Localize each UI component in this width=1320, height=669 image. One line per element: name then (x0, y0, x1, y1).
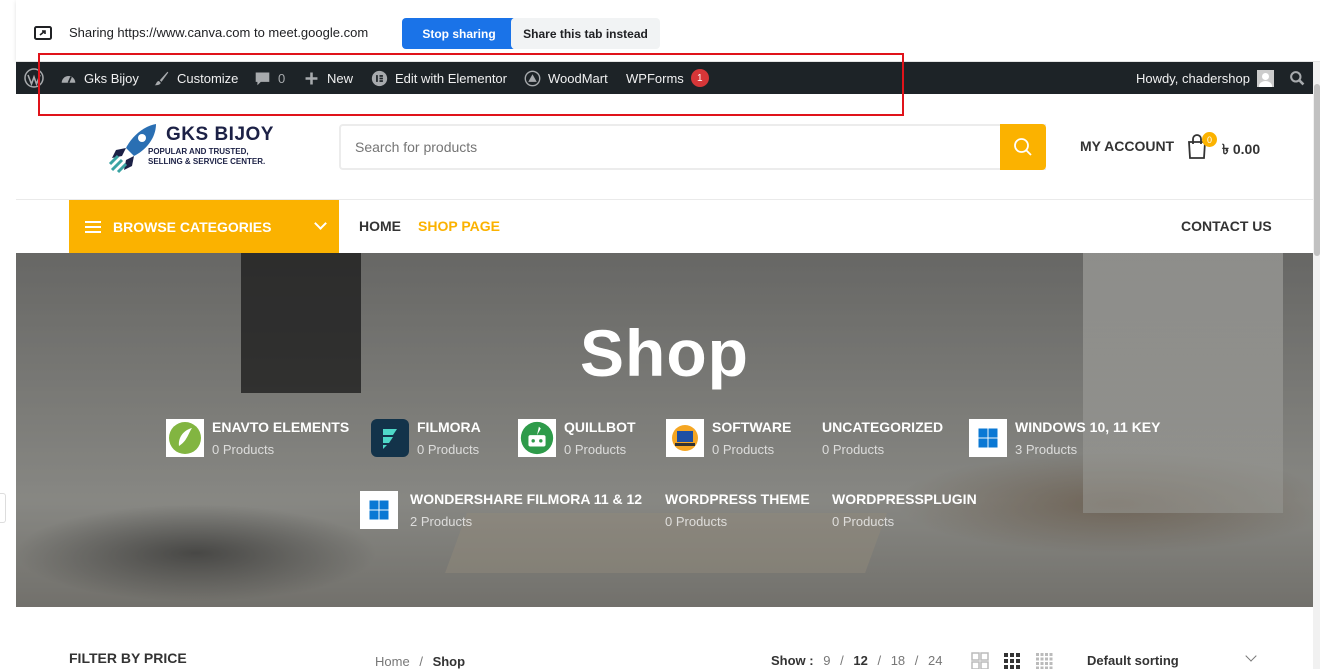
category-count: 2 Products (410, 514, 473, 529)
category-name: ENAVTO ELEMENTS (212, 419, 350, 435)
browse-categories-button[interactable]: BROWSE CATEGORIES (69, 200, 339, 253)
main-navigation: BROWSE CATEGORIES HOME SHOP PAGE CONTACT… (16, 200, 1313, 253)
product-search-form (339, 124, 1046, 170)
dashboard-gauge-icon (61, 75, 76, 83)
share-status-text: Sharing https://www.canva.com to meet.go… (69, 25, 369, 40)
envato-leaf-icon (166, 419, 204, 457)
logo-tagline-line1: POPULAR AND TRUSTED, (148, 147, 249, 156)
wp-admin-bar: Gks Bijoy Customize 0 New Edit with Elem… (16, 62, 1313, 94)
category-name: WONDERSHARE FILMORA 11 & 12 (410, 491, 643, 507)
share-this-tab-button[interactable]: Share this tab instead (511, 18, 660, 49)
category-name: QUILLBOT (564, 419, 636, 435)
chevron-down-icon (314, 217, 327, 230)
category-name: WORDPRESS THEME (665, 491, 810, 507)
category-count: 0 Products (417, 442, 480, 457)
site-header: GKS BIJOY POPULAR AND TRUSTED, SELLING &… (16, 94, 1313, 200)
site-logo[interactable]: GKS BIJOY POPULAR AND TRUSTED, SELLING &… (108, 120, 288, 174)
paintbrush-icon (154, 71, 169, 85)
new-label: New (327, 70, 354, 86)
breadcrumb-current: Shop (432, 654, 466, 669)
my-account-admin-menu[interactable]: Howdy, chadershop (1136, 62, 1274, 94)
quillbot-icon (518, 419, 556, 457)
nav-shop-page-link[interactable]: SHOP PAGE (418, 218, 500, 234)
category-count: 0 Products (712, 442, 775, 457)
customize-link[interactable]: Customize (153, 62, 238, 94)
woodmart-menu[interactable]: WoodMart (524, 62, 608, 94)
logo-title: GKS BIJOY (166, 124, 274, 145)
shop-hero-banner: Shop ENAVTO ELEMENTS 0 Products FILMORA … (16, 253, 1313, 607)
software-icon (666, 419, 704, 457)
products-per-page: Show : 9 / 12 / 18 / 24 (771, 653, 943, 668)
grid-2-columns-icon[interactable] (971, 652, 989, 669)
wpforms-label: WPForms (626, 70, 684, 86)
my-account-link[interactable]: MY ACCOUNT (1080, 138, 1174, 154)
edit-with-elementor-link[interactable]: Edit with Elementor (371, 62, 507, 94)
woodmart-icon (524, 70, 541, 86)
per-page-option-9[interactable]: 9 (823, 653, 830, 668)
breadcrumb: Home / Shop (375, 654, 465, 669)
customize-label: Customize (177, 70, 239, 86)
product-search-input[interactable] (341, 126, 1001, 168)
category-name: UNCATEGORIZED (822, 419, 944, 435)
category-count: 0 Products (832, 514, 895, 529)
howdy-label: Howdy, chadershop (1136, 70, 1250, 86)
chevron-down-icon (1245, 650, 1257, 662)
filter-by-price-title: FILTER BY PRICE (69, 650, 187, 666)
category-count: 0 Products (212, 442, 275, 457)
sort-order-select[interactable]: Default sorting (1087, 653, 1179, 668)
windows-icon (969, 419, 1007, 457)
elementor-icon (371, 70, 388, 86)
woodmart-label: WoodMart (548, 70, 608, 86)
category-name: WORDPRESSPLUGIN (832, 491, 977, 507)
category-count: 0 Products (822, 442, 885, 457)
admin-search-button[interactable] (1289, 62, 1306, 94)
per-page-option-12[interactable]: 12 (853, 653, 867, 668)
grid-4-columns-icon[interactable] (1035, 652, 1053, 669)
stop-sharing-button[interactable]: Stop sharing (402, 18, 516, 49)
comments-link[interactable]: 0 (254, 62, 285, 94)
page-title: Shop (580, 316, 749, 390)
cart-total[interactable]: ৳ 0.00 (1222, 138, 1260, 162)
new-content-menu[interactable]: New (303, 62, 353, 94)
category-name: WINDOWS 10, 11 KEY (1015, 419, 1161, 435)
hamburger-menu-icon (85, 220, 101, 233)
site-name-label: Gks Bijoy (84, 70, 139, 86)
wpforms-menu[interactable]: WPForms 1 (626, 62, 709, 94)
filmora-icon (371, 419, 409, 457)
wpforms-notification-badge: 1 (690, 69, 709, 87)
category-count: 3 Products (1015, 442, 1078, 457)
per-page-option-18[interactable]: 18 (891, 653, 905, 668)
category-name: FILMORA (417, 419, 481, 435)
search-submit-button[interactable] (1000, 124, 1046, 170)
wordpress-logo-icon (24, 68, 44, 88)
search-icon (1290, 70, 1305, 85)
breadcrumb-home-link[interactable]: Home (375, 654, 410, 669)
windows-icon (360, 491, 398, 529)
category-count: 0 Products (665, 514, 728, 529)
wordpress-logo-menu[interactable] (24, 62, 44, 94)
grid-3-columns-icon[interactable] (1003, 652, 1021, 669)
category-count: 0 Products (564, 442, 627, 457)
per-page-option-24[interactable]: 24 (928, 653, 942, 668)
elementor-label: Edit with Elementor (395, 70, 507, 86)
nav-home-link[interactable]: HOME (359, 218, 401, 234)
logo-tagline-line2: SELLING & SERVICE CENTER. (148, 157, 266, 166)
side-panel-handle[interactable] (0, 493, 6, 523)
page-scrollbar-thumb[interactable] (1314, 84, 1320, 256)
site-name-menu[interactable]: Gks Bijoy (60, 62, 139, 94)
screen-share-icon (34, 26, 52, 40)
nav-contact-link[interactable]: CONTACT US (1181, 218, 1272, 234)
breadcrumb-separator: / (419, 654, 423, 669)
search-icon (1014, 138, 1032, 156)
comments-count: 0 (278, 70, 286, 86)
browse-categories-label: BROWSE CATEGORIES (113, 218, 272, 235)
comment-bubble-icon (255, 72, 270, 85)
category-name: SOFTWARE (712, 419, 792, 435)
plus-icon (305, 72, 318, 84)
screen-share-bar: Sharing https://www.canva.com to meet.go… (16, 0, 1320, 62)
user-avatar (1256, 69, 1274, 87)
show-label: Show : (771, 653, 814, 668)
cart-count-badge: 0 (1202, 132, 1217, 147)
